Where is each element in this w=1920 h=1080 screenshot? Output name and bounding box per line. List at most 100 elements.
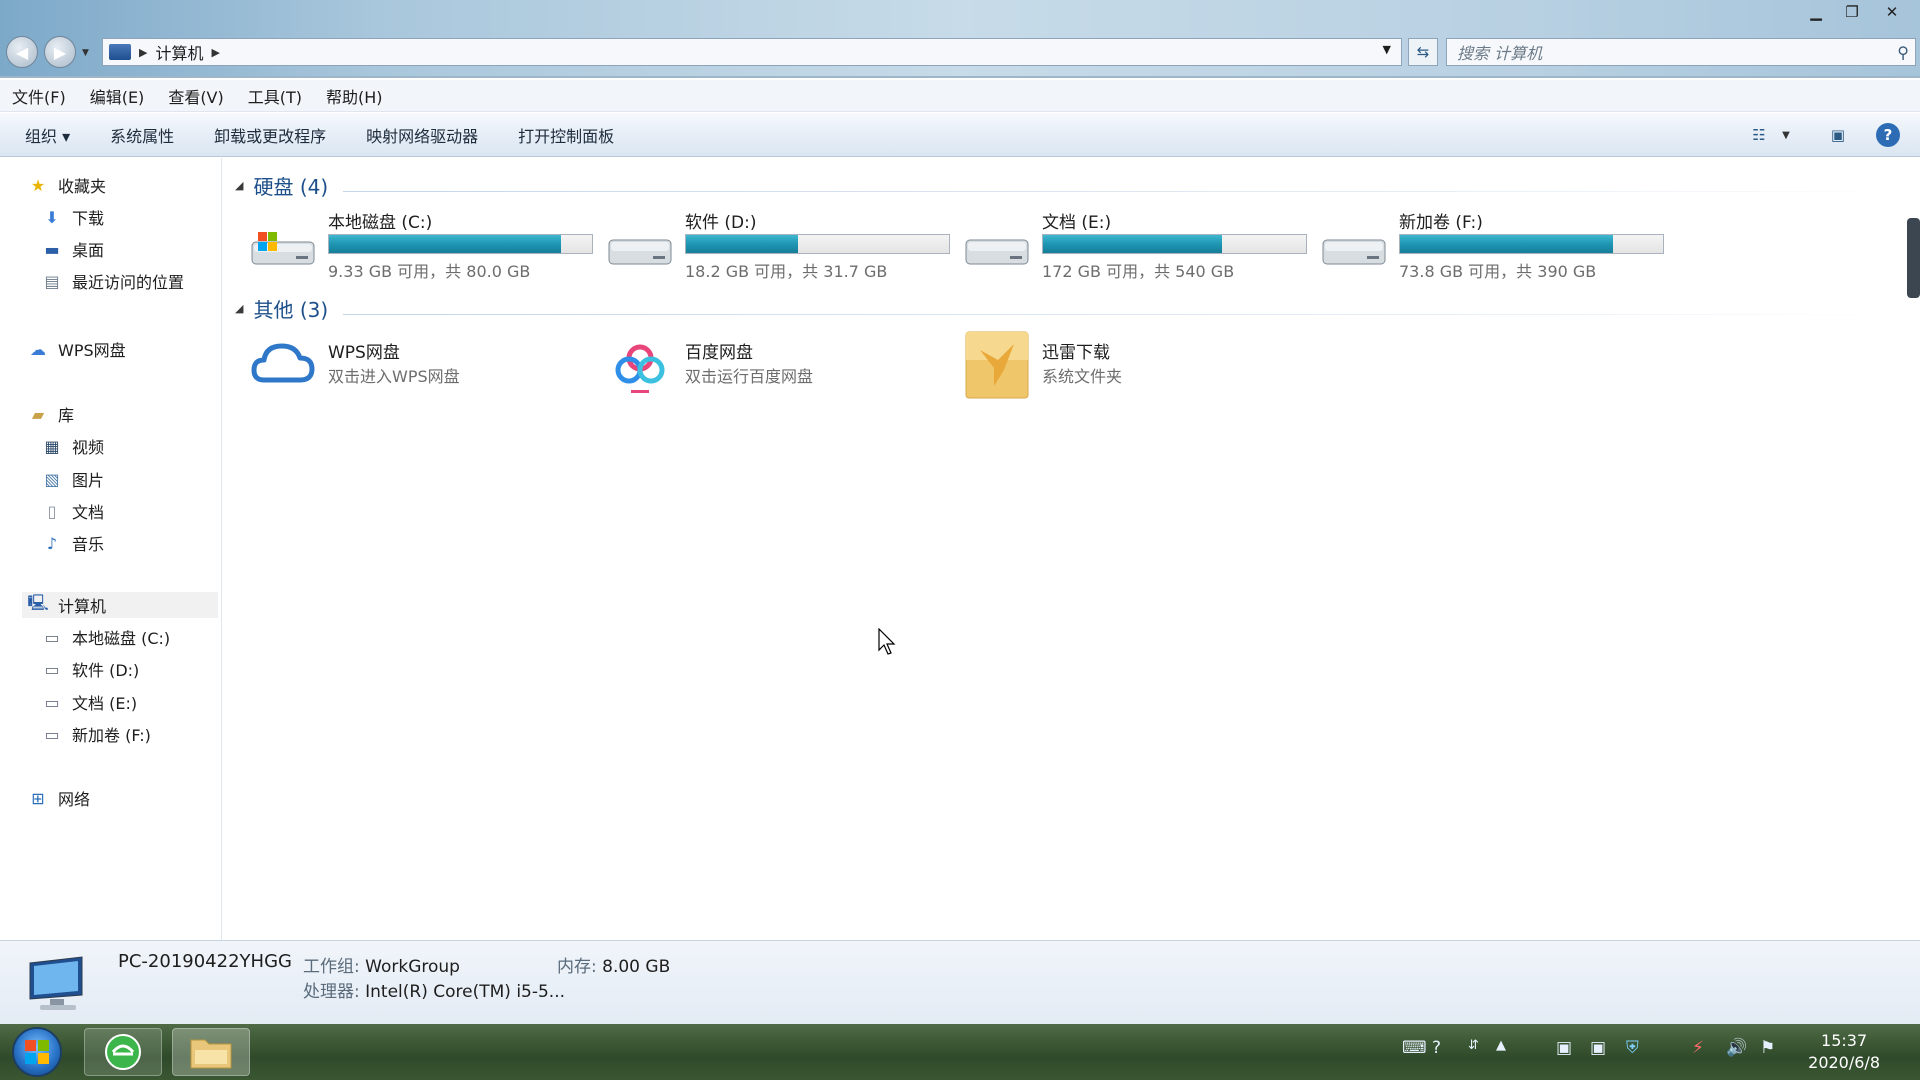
window-resize-grip[interactable]: [1907, 218, 1920, 298]
taskbar-explorer-button[interactable]: [172, 1028, 250, 1076]
help-tray-icon[interactable]: ?: [1432, 1038, 1441, 1058]
browser-icon: [105, 1034, 141, 1070]
preview-pane-icon[interactable]: ▣: [1824, 121, 1852, 149]
app-tray-icon[interactable]: ▣: [1590, 1038, 1606, 1058]
drive-tile-d[interactable]: 软件 (D:) 18.2 GB 可用，共 31.7 GB: [607, 208, 952, 281]
drive-usage-fill: [1043, 235, 1223, 253]
computer-icon: [109, 44, 131, 60]
sidebar-item-drive-d[interactable]: ▭ 软件 (D:): [42, 656, 139, 682]
start-button[interactable]: [12, 1027, 62, 1077]
sidebar-item-network[interactable]: ⊞ 网络: [28, 785, 90, 811]
sidebar-item-label: WPS网盘: [58, 341, 126, 360]
map-network-drive-button[interactable]: 映射网络驱动器: [346, 123, 498, 147]
sidebar-item-libraries[interactable]: ▰ 库: [28, 401, 74, 427]
menu-tools[interactable]: 工具(T): [236, 84, 314, 108]
sidebar-item-label: 下载: [72, 209, 105, 228]
library-icon: ▰: [31, 404, 45, 424]
drive-tile-e[interactable]: 文档 (E:) 172 GB 可用，共 540 GB: [964, 208, 1309, 281]
drive-name: 软件 (D:): [685, 213, 757, 233]
maximize-button[interactable]: ❐: [1834, 0, 1870, 24]
system-properties-button[interactable]: 系统属性: [90, 123, 194, 147]
drive-space-info: 73.8 GB 可用，共 390 GB: [1399, 262, 1597, 281]
sidebar-item-documents[interactable]: ▯ 文档: [42, 498, 104, 524]
item-baidu-drive[interactable]: 百度网盘 双击运行百度网盘: [607, 330, 947, 400]
drive-space-info: 9.33 GB 可用，共 80.0 GB: [328, 262, 531, 281]
close-button[interactable]: ✕: [1870, 0, 1914, 24]
xunlei-folder-icon: [965, 331, 1029, 399]
help-button[interactable]: ?: [1874, 121, 1902, 149]
taskbar: ⌨ ? ⇵ ▲ ▣ ▣ ⛨ ⚡ 🔊 ⚑ 15:37 2020/6/8: [0, 1024, 1920, 1080]
collapse-triangle-icon[interactable]: ◢: [235, 302, 243, 315]
sidebar-item-label: 桌面: [72, 241, 105, 260]
back-button[interactable]: ◀: [6, 36, 38, 68]
organize-button[interactable]: 组织 ▾: [0, 123, 90, 147]
volume-icon[interactable]: 🔊: [1726, 1038, 1747, 1058]
minimize-button[interactable]: ▁: [1798, 0, 1834, 24]
drive-usage-bar: [1042, 234, 1307, 254]
drive-tile-f[interactable]: 新加卷 (F:) 73.8 GB 可用，共 390 GB: [1321, 208, 1666, 281]
sidebar-item-music[interactable]: ♪ 音乐: [42, 530, 104, 556]
drive-tile-c[interactable]: 本地磁盘 (C:) 9.33 GB 可用，共 80.0 GB: [250, 208, 595, 281]
history-dropdown-icon[interactable]: ▼: [82, 48, 89, 58]
group-divider: [343, 314, 1903, 315]
keyboard-icon[interactable]: ⌨: [1402, 1038, 1427, 1058]
address-dropdown-icon[interactable]: ▼: [1383, 43, 1391, 56]
action-center-icon[interactable]: ⚑: [1760, 1038, 1775, 1058]
chevron-right-icon[interactable]: ▶: [139, 46, 147, 59]
sidebar-item-wps-drive[interactable]: ☁ WPS网盘: [28, 336, 126, 362]
sidebar-item-downloads[interactable]: ⬇ 下载: [42, 204, 104, 230]
sidebar-item-desktop[interactable]: ▬ 桌面: [42, 236, 104, 262]
menu-bar: 文件(F) 编辑(E) 查看(V) 工具(T) 帮助(H): [0, 80, 1920, 112]
uninstall-program-button[interactable]: 卸载或更改程序: [194, 123, 346, 147]
address-bar[interactable]: ▶ 计算机 ▶ ▼: [102, 38, 1402, 66]
wps-cloud-icon: [251, 343, 315, 383]
sidebar-item-drive-c[interactable]: ▭ 本地磁盘 (C:): [42, 624, 170, 650]
network-error-icon[interactable]: ⚡: [1692, 1038, 1704, 1058]
view-dropdown-icon[interactable]: ▼: [1778, 121, 1794, 149]
video-icon: ▦: [44, 436, 60, 456]
baidu-netdisk-icon: [615, 344, 665, 393]
chevron-right-icon[interactable]: ▶: [211, 46, 219, 59]
item-description: 双击进入WPS网盘: [328, 367, 460, 386]
search-icon[interactable]: ⚲: [1897, 43, 1909, 62]
processor-label: 处理器:: [303, 982, 360, 1002]
menu-edit[interactable]: 编辑(E): [78, 84, 157, 108]
drive-icon: ▭: [44, 659, 60, 679]
app-tray-icon[interactable]: ▣: [1556, 1038, 1572, 1058]
sidebar-item-favorites[interactable]: ★ 收藏夹: [28, 172, 106, 198]
show-hidden-icons-icon[interactable]: ▲: [1496, 1038, 1506, 1053]
drive-usage-bar: [1399, 234, 1664, 254]
sidebar-item-computer[interactable]: 🖳 计算机: [22, 592, 218, 618]
help-icon: ?: [1876, 123, 1900, 147]
collapse-triangle-icon[interactable]: ◢: [235, 179, 243, 192]
search-input[interactable]: 搜索 计算机 ⚲: [1446, 38, 1916, 66]
folder-icon: [190, 1039, 232, 1069]
security-shield-icon[interactable]: ⛨: [1626, 1038, 1639, 1058]
item-name: 百度网盘: [685, 343, 753, 363]
input-method-icon[interactable]: ⇵: [1468, 1038, 1479, 1053]
breadcrumb-computer[interactable]: 计算机: [155, 40, 203, 64]
drive-name: 本地磁盘 (C:): [328, 213, 433, 233]
download-folder-icon: ⬇: [45, 207, 59, 227]
menu-view[interactable]: 查看(V): [156, 84, 235, 108]
group-header-others[interactable]: ◢ 其他 (3): [235, 294, 328, 323]
sidebar-item-pictures[interactable]: ▧ 图片: [42, 466, 104, 492]
sidebar-item-recent[interactable]: ▤ 最近访问的位置: [42, 268, 184, 294]
taskbar-clock[interactable]: 15:37 2020/6/8: [1808, 1030, 1880, 1074]
sidebar-item-drive-f[interactable]: ▭ 新加卷 (F:): [42, 721, 151, 747]
drive-usage-fill: [329, 235, 562, 253]
sidebar-item-drive-e[interactable]: ▭ 文档 (E:): [42, 689, 137, 715]
taskbar-browser-button[interactable]: [84, 1028, 162, 1076]
menu-file[interactable]: 文件(F): [0, 84, 78, 108]
drive-usage-fill: [1400, 235, 1614, 253]
item-xunlei-download[interactable]: 迅雷下载 系统文件夹: [964, 330, 1304, 400]
sidebar-item-videos[interactable]: ▦ 视频: [42, 433, 104, 459]
refresh-button[interactable]: ⇆: [1408, 38, 1438, 66]
window-controls: ▁ ❐ ✕: [1798, 0, 1914, 26]
forward-button[interactable]: ▶: [44, 36, 76, 68]
open-control-panel-button[interactable]: 打开控制面板: [498, 123, 634, 147]
view-options-icon[interactable]: ☷: [1746, 121, 1772, 149]
menu-help[interactable]: 帮助(H): [314, 84, 395, 108]
group-header-disks[interactable]: ◢ 硬盘 (4): [235, 171, 328, 200]
item-wps-drive[interactable]: WPS网盘 双击进入WPS网盘: [250, 330, 590, 400]
